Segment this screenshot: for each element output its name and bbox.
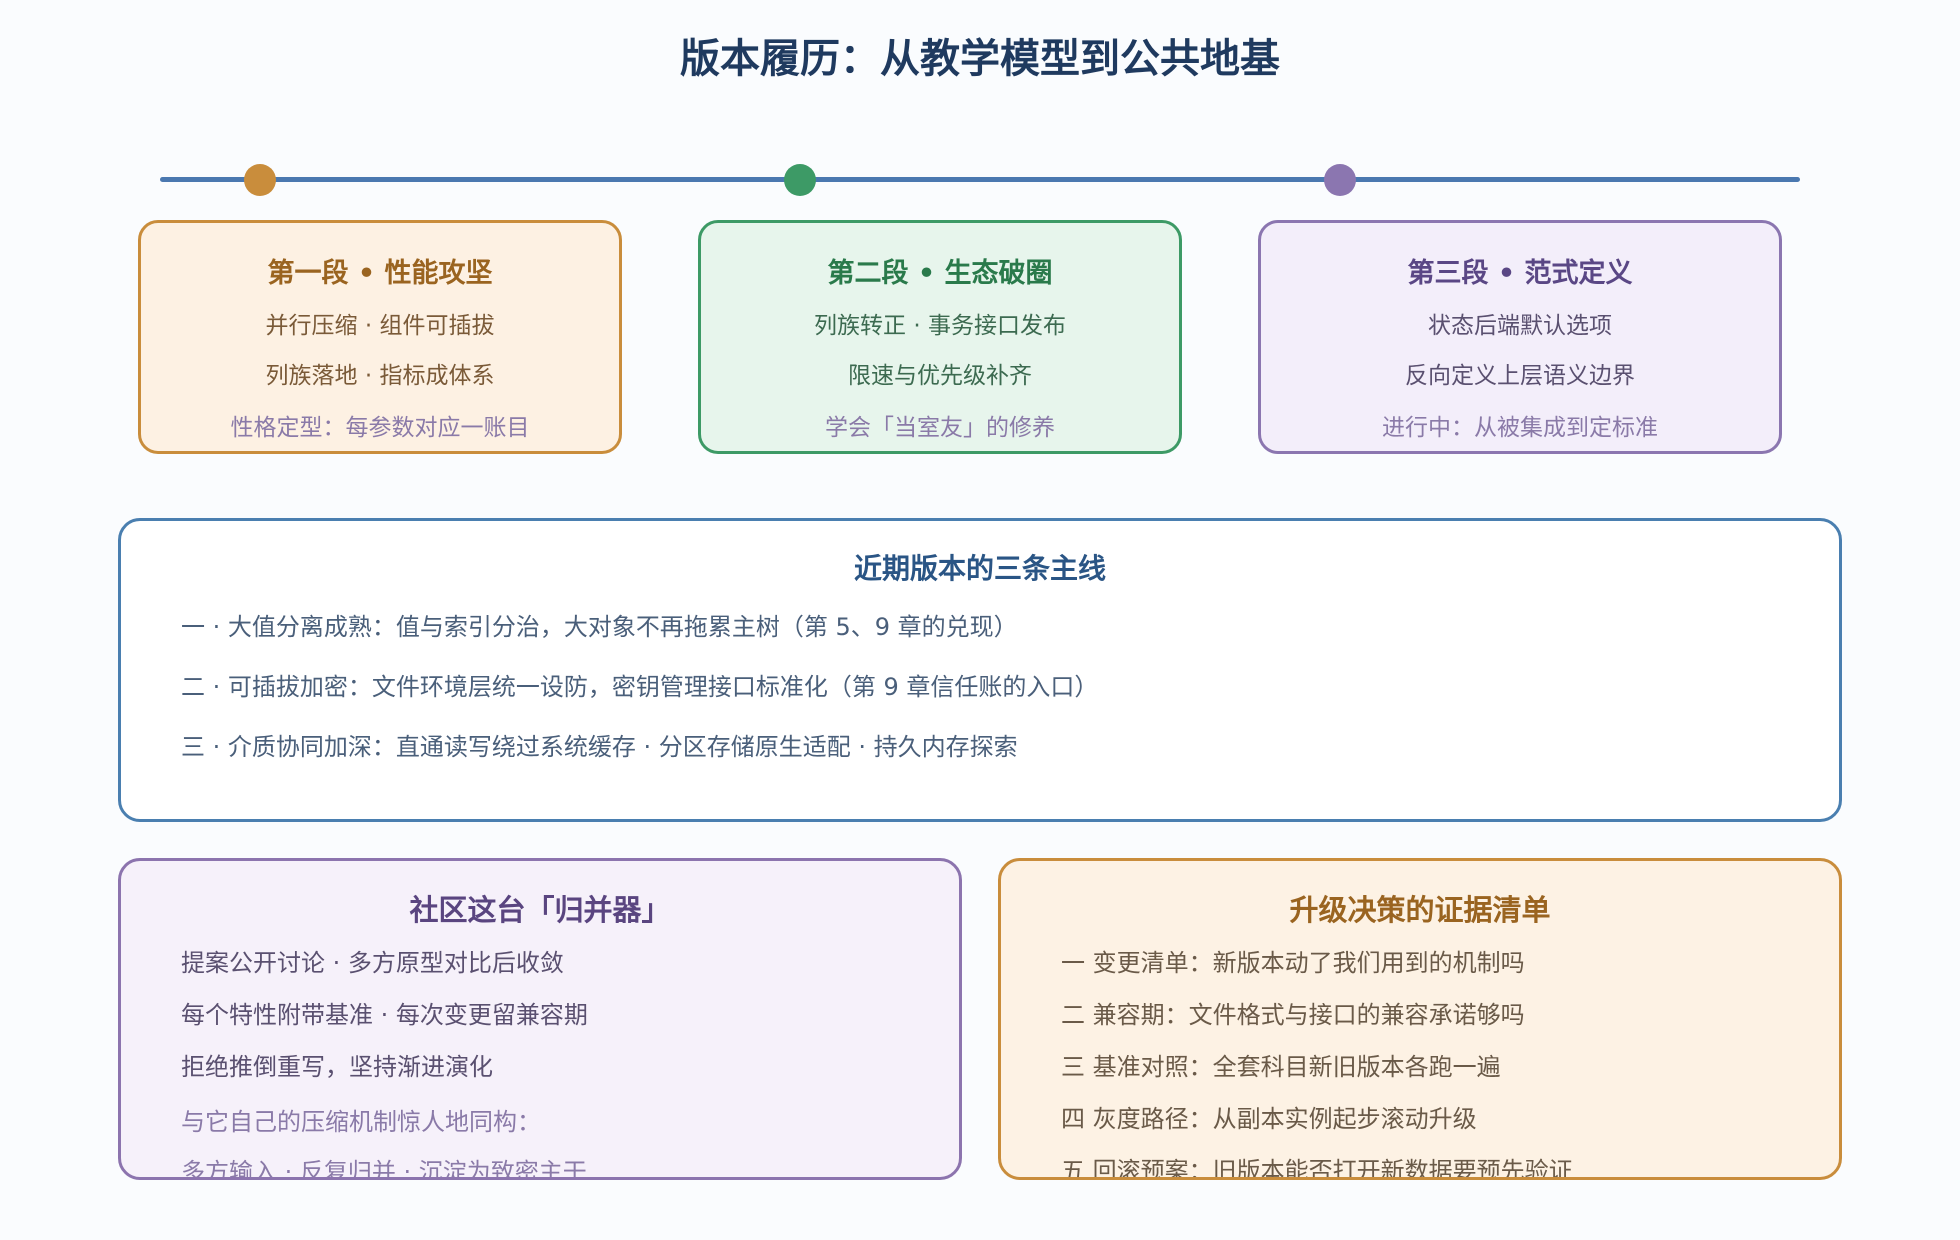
community-title: 社区这台「归并器」 (409, 893, 671, 927)
phase-card-3: 第三段 • 范式定义 状态后端默认选项 反向定义上层语义边界 进行中：从被集成到… (1258, 220, 1782, 454)
mainlines-panel: 近期版本的三条主线 一 · 大值分离成熟：值与索引分治，大对象不再拖累主树（第 … (118, 518, 1842, 822)
phase-card-1: 第一段 • 性能攻坚 并行压缩 · 组件可插拔 列族落地 · 指标成体系 性格定… (138, 220, 622, 454)
mainline-item: 二 · 可插拔加密：文件环境层统一设防，密钥管理接口标准化（第 9 章信任账的入… (181, 673, 1099, 701)
phase-line: 状态后端默认选项 (1428, 313, 1612, 339)
phase-line: 列族落地 · 指标成体系 (265, 363, 495, 389)
community-item: 提案公开讨论 · 多方原型对比后收敛 (181, 949, 564, 977)
community-panel: 社区这台「归并器」 提案公开讨论 · 多方原型对比后收敛 每个特性附带基准 · … (118, 858, 962, 1180)
phase-title: 第二段 • 生态破圈 (827, 258, 1053, 289)
upgrade-item: 五 回滚预案：旧版本能否打开新数据要预先验证 (1061, 1157, 1573, 1180)
phase-line: 并行压缩 · 组件可插拔 (265, 313, 495, 339)
phase-line: 反向定义上层语义边界 (1405, 363, 1635, 389)
phase-title: 第三段 • 范式定义 (1407, 258, 1633, 289)
upgrade-panel: 升级决策的证据清单 一 变更清单：新版本动了我们用到的机制吗 二 兼容期：文件格… (998, 858, 1842, 1180)
community-item: 拒绝推倒重写，坚持渐进演化 (181, 1053, 493, 1081)
phase-line: 限速与优先级补齐 (848, 363, 1032, 389)
community-note: 与它自己的压缩机制惊人地同构： (181, 1108, 541, 1136)
mainlines-title: 近期版本的三条主线 (853, 552, 1106, 585)
upgrade-item: 三 基准对照：全套科目新旧版本各跑一遍 (1061, 1053, 1501, 1081)
timeline-dot-1 (244, 164, 276, 196)
timeline-bar (160, 177, 1800, 182)
phase-note: 学会「当室友」的修养 (825, 415, 1055, 441)
mainline-item: 三 · 介质协同加深：直通读写绕过系统缓存 · 分区存储原生适配 · 持久内存探… (181, 733, 1018, 761)
phase-note: 进行中：从被集成到定标准 (1382, 415, 1658, 441)
phase-title: 第一段 • 性能攻坚 (267, 258, 493, 289)
upgrade-item: 一 变更清单：新版本动了我们用到的机制吗 (1061, 949, 1525, 977)
phase-card-2: 第二段 • 生态破圈 列族转正 · 事务接口发布 限速与优先级补齐 学会「当室友… (698, 220, 1182, 454)
upgrade-item: 四 灰度路径：从副本实例起步滚动升级 (1061, 1105, 1477, 1133)
timeline-dot-3 (1324, 164, 1356, 196)
upgrade-title: 升级决策的证据清单 (1289, 893, 1551, 927)
community-note: 多方输入 · 反复归并 · 沉淀为致密主干 (181, 1158, 587, 1180)
timeline-dot-2 (784, 164, 816, 196)
community-item: 每个特性附带基准 · 每次变更留兼容期 (181, 1001, 588, 1029)
page-title: 版本履历：从教学模型到公共地基 (680, 36, 1280, 82)
phase-line: 列族转正 · 事务接口发布 (814, 313, 1066, 339)
mainline-item: 一 · 大值分离成熟：值与索引分治，大对象不再拖累主树（第 5、9 章的兑现） (181, 613, 1018, 641)
upgrade-item: 二 兼容期：文件格式与接口的兼容承诺够吗 (1061, 1001, 1525, 1029)
phase-note: 性格定型：每参数对应一账目 (230, 415, 530, 441)
